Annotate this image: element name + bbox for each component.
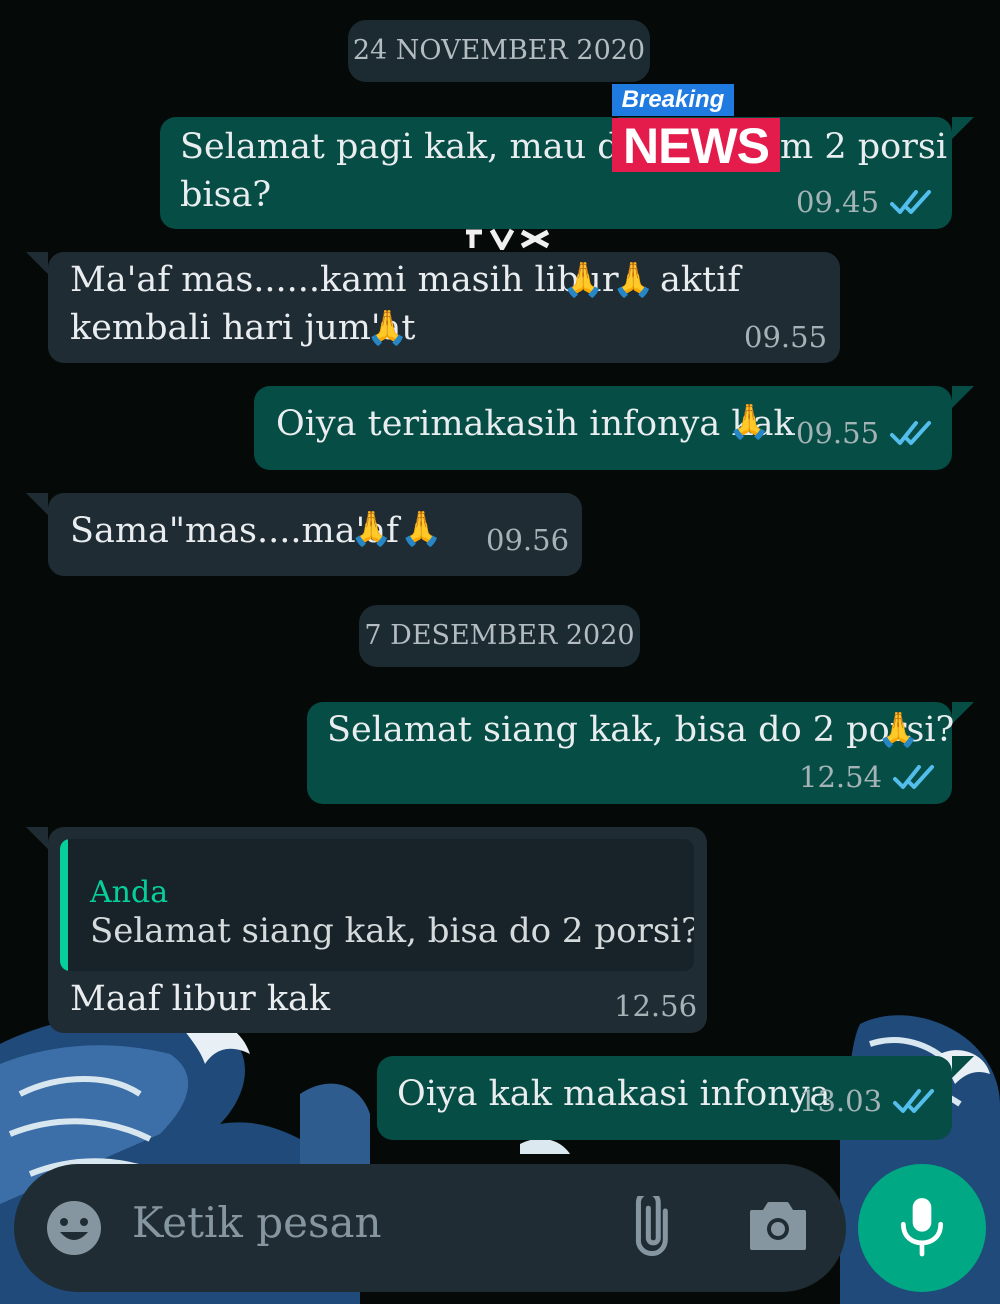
news-label: NEWS xyxy=(612,118,780,174)
outgoing-message[interactable]: Selamat siang kak, bisa do 2 porsi? 🙏 12… xyxy=(307,702,974,804)
breaking-label: Breaking xyxy=(612,84,734,116)
message-meta: 09.56 xyxy=(486,523,569,557)
quote-bar xyxy=(60,839,68,971)
message-time: 09.56 xyxy=(486,523,570,557)
double-check-icon xyxy=(893,765,935,789)
message-time: 09.55 xyxy=(744,320,828,354)
outgoing-message[interactable]: Oiya kak makasi infonya 13.03 xyxy=(377,1056,974,1140)
message-text: kembali hari jum'at xyxy=(70,308,416,348)
message-meta: 12.56 xyxy=(614,989,697,1023)
pray-emoji: 🙏 xyxy=(877,710,920,750)
pray-emoji: 🙏 xyxy=(400,509,443,549)
date-chip: 24 NOVEMBER 2020 xyxy=(348,20,650,82)
message-time: 09.45 xyxy=(796,185,880,219)
outgoing-message[interactable]: Selamat pagi kak, mau do m m 2 porsi bis… xyxy=(160,117,974,229)
pray-emoji: 🙏 xyxy=(612,260,655,300)
message-text: Maaf libur kak xyxy=(70,979,331,1019)
message-meta: 13.03 xyxy=(799,1084,938,1118)
message-time: 12.56 xyxy=(614,989,698,1023)
paperclip-icon[interactable] xyxy=(622,1196,686,1260)
voice-record-button[interactable] xyxy=(858,1164,986,1292)
outgoing-message[interactable]: Oiya terimakasih infonya kak 🙏 09.55 xyxy=(254,386,974,470)
message-time: 09.55 xyxy=(796,416,880,450)
quote-author: Anda xyxy=(90,875,169,910)
double-check-icon xyxy=(890,421,932,445)
message-time: 13.03 xyxy=(799,1084,883,1118)
double-check-icon xyxy=(893,1089,935,1113)
quote-text: Selamat siang kak, bisa do 2 porsi?🙏 xyxy=(90,911,694,951)
mic-icon xyxy=(901,1198,943,1257)
message-text: m 2 porsi xyxy=(780,127,948,167)
logo-fragment xyxy=(466,228,550,250)
quoted-message[interactable]: Anda Selamat siang kak, bisa do 2 porsi?… xyxy=(60,839,694,971)
incoming-message[interactable]: Ma'af mas......kami masih libur 🙏 🙏 akti… xyxy=(26,252,840,363)
message-text: Ma'af mas......kami masih libur xyxy=(70,260,619,300)
double-check-icon xyxy=(890,190,932,214)
camera-icon[interactable] xyxy=(748,1200,808,1252)
incoming-message[interactable]: Anda Selamat siang kak, bisa do 2 porsi?… xyxy=(26,827,707,1033)
message-text: bisa? xyxy=(180,175,272,215)
message-meta: 12.54 xyxy=(799,760,938,794)
incoming-message[interactable]: Sama"mas....ma'af 🙏 🙏 09.56 xyxy=(26,493,582,576)
message-text: Oiya kak makasi infonya xyxy=(397,1074,831,1114)
message-input[interactable]: Ketik pesan xyxy=(132,1198,382,1247)
pray-emoji: 🙏 xyxy=(728,402,771,442)
message-meta: 09.55 xyxy=(796,416,935,450)
message-text: Selamat pagi kak, mau do m xyxy=(180,127,686,167)
message-meta: 09.55 xyxy=(744,320,827,354)
message-text: aktif xyxy=(660,260,741,300)
message-composer: Ketik pesan xyxy=(14,1164,846,1292)
pray-emoji: 🙏 xyxy=(366,308,409,348)
pray-emoji: 🙏 xyxy=(562,260,605,300)
message-meta: 09.45 xyxy=(796,185,935,219)
message-text: Oiya terimakasih infonya kak xyxy=(276,404,795,444)
pray-emoji: 🙏 xyxy=(350,509,393,549)
quote-message-text: Selamat siang kak, bisa do 2 porsi? xyxy=(90,911,694,951)
date-chip: 7 DESEMBER 2020 xyxy=(359,605,640,667)
message-time: 12.54 xyxy=(799,760,883,794)
emoji-icon[interactable] xyxy=(44,1198,104,1258)
message-text: Selamat siang kak, bisa do 2 porsi? xyxy=(327,710,955,750)
